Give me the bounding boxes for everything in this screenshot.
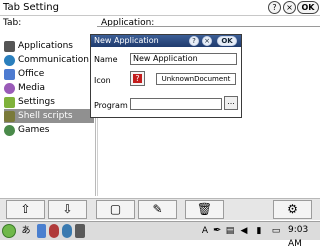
delete-icon: 🗑 [196, 202, 213, 216]
tab-item-label: Communication [18, 55, 89, 65]
edit-button[interactable]: ✎ [138, 200, 177, 219]
title-bar: Tab Setting ? × OK [0, 0, 320, 16]
unknown-document-icon: ? [133, 74, 142, 83]
tab-item-label: Applications [18, 41, 73, 51]
battery-icon[interactable]: ▮ [252, 224, 266, 238]
icon-label: Icon [94, 76, 111, 85]
dialog-ok-button[interactable]: OK [217, 36, 237, 46]
ok-button[interactable]: OK [297, 1, 319, 14]
dialog-help-button[interactable]: ? [189, 36, 199, 46]
help-button[interactable]: ? [268, 1, 281, 14]
window-title: Tab Setting [3, 2, 59, 13]
input-method-indicator[interactable]: あ [20, 224, 32, 238]
network-icon[interactable]: ▤ [224, 224, 236, 238]
tab-label: Tab: [3, 18, 22, 28]
browse-button[interactable]: ... [224, 96, 238, 110]
tab-item-communication[interactable]: Communication [4, 53, 94, 67]
divider [97, 26, 320, 27]
tab-item-shell-scripts[interactable]: Shell scripts [4, 109, 94, 123]
card-icon[interactable]: ▭ [269, 224, 283, 238]
edit-icon: ✎ [152, 202, 163, 216]
keyboard-indicator[interactable]: A [200, 224, 210, 238]
shell-scripts-icon [4, 111, 15, 122]
volume-icon[interactable]: ◀ [238, 224, 250, 238]
new-button[interactable]: ▢ [96, 200, 135, 219]
new-document-icon: ▢ [109, 202, 122, 216]
name-label: Name [94, 55, 118, 64]
running-app-icon[interactable] [49, 224, 59, 238]
app-launcher-icon[interactable] [37, 224, 46, 238]
tab-item-label: Settings [18, 97, 55, 107]
tab-item-label: Media [18, 83, 46, 93]
tab-item-media[interactable]: Media [4, 81, 94, 95]
tab-item-applications[interactable]: Applications [4, 39, 94, 53]
taskbar: あ A ✒ ▤ ◀ ▮ ▭ [0, 221, 320, 240]
toolbar: ⇧ ⇩ ▢ ✎ 🗑 ⚙ [0, 198, 320, 220]
start-button[interactable] [2, 224, 16, 238]
tab-item-office[interactable]: Office [4, 67, 94, 81]
media-icon [4, 83, 15, 94]
name-field[interactable]: New Application [130, 53, 237, 65]
tab-list[interactable]: Applications Communication Office Media … [0, 36, 96, 196]
clock[interactable]: 9:03 AM [288, 223, 320, 251]
delete-button[interactable]: 🗑 [185, 200, 224, 219]
new-application-dialog: New Application ? × OK Name New Applicat… [90, 34, 242, 118]
tab-item-label: Games [18, 125, 50, 135]
office-icon [4, 69, 15, 80]
tab-item-label: Office [18, 69, 45, 79]
settings-icon [4, 97, 15, 108]
settings-button[interactable]: ⚙ [273, 200, 312, 219]
move-down-button[interactable]: ⇩ [48, 200, 87, 219]
program-label: Program [94, 101, 128, 110]
running-app-icon[interactable] [62, 224, 72, 238]
games-icon [4, 125, 15, 136]
move-up-icon: ⇧ [20, 202, 31, 216]
program-field[interactable] [130, 98, 222, 110]
close-button[interactable]: × [283, 1, 296, 14]
tab-item-settings[interactable]: Settings [4, 95, 94, 109]
icon-picker-button[interactable]: ? [130, 71, 145, 86]
icon-name-field[interactable]: UnknownDocument [156, 73, 236, 85]
applications-icon [4, 41, 15, 52]
move-down-icon: ⇩ [62, 202, 73, 216]
communication-icon [4, 55, 15, 66]
tab-item-games[interactable]: Games [4, 123, 94, 137]
dialog-title: New Application [94, 36, 159, 45]
running-app-icon[interactable] [75, 224, 85, 238]
move-up-button[interactable]: ⇧ [6, 200, 45, 219]
settings-icon: ⚙ [287, 202, 298, 216]
dialog-close-button[interactable]: × [202, 36, 212, 46]
pen-icon[interactable]: ✒ [213, 224, 221, 238]
tab-item-label: Shell scripts [18, 111, 73, 121]
